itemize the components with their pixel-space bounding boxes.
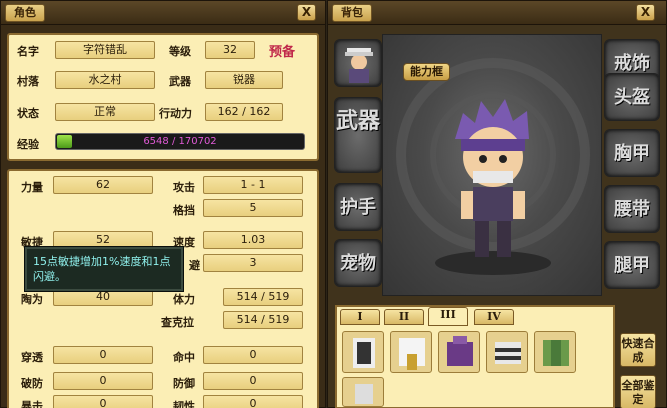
- block-label: 格挡: [173, 204, 195, 217]
- village-value: 水之村: [55, 71, 155, 89]
- hp-label: 体力: [173, 293, 195, 306]
- bag-tab-4[interactable]: IV: [474, 309, 514, 325]
- exp-label: 经验: [17, 138, 39, 151]
- attack-label: 攻击: [173, 181, 195, 194]
- agility-tooltip: 15点敏捷增加1%速度和1点闪避。: [25, 247, 183, 291]
- gloves-slot-label: 护手: [340, 197, 376, 218]
- ability-frame-button[interactable]: 能力框: [403, 63, 450, 81]
- character-preview: 能力框: [382, 34, 602, 296]
- armor-break-value: 0: [53, 372, 153, 390]
- character-panel-title: 角色: [5, 4, 45, 22]
- status-label: 状态: [17, 107, 39, 120]
- dodge-value: 3: [203, 254, 303, 272]
- bag-item-slot[interactable]: [342, 377, 384, 407]
- name-label: 名字: [17, 45, 39, 58]
- bag-panel: 背包 X 武器 护手 宠物 能力框 戒饰 头盔 胸甲 腰带 腿甲 I II II…: [327, 0, 667, 408]
- weapon-value: 锐器: [205, 71, 283, 89]
- coat-item-icon: [399, 338, 425, 370]
- identify-all-button[interactable]: 全部鉴定: [620, 375, 656, 408]
- legs-slot-label: 腿甲: [614, 255, 650, 276]
- bag-close-button[interactable]: X: [636, 4, 655, 21]
- hit-value: 0: [203, 346, 303, 364]
- exp-text: 6548 / 170702: [143, 136, 217, 147]
- chest-slot-label: 胸甲: [614, 143, 650, 164]
- vitality-label: 陶为: [21, 293, 43, 306]
- weapon-slot[interactable]: 武器: [334, 97, 382, 173]
- hp-value: 514 / 519: [223, 288, 303, 306]
- pierce-label: 穿透: [21, 351, 43, 364]
- action-value: 162 / 162: [205, 103, 283, 121]
- belt-slot[interactable]: 腰带: [604, 185, 660, 233]
- preset-tag[interactable]: 预备: [269, 41, 295, 60]
- speed-value: 1.03: [203, 231, 303, 249]
- chest-slot[interactable]: 胸甲: [604, 129, 660, 177]
- bag-tab-1[interactable]: I: [340, 309, 380, 325]
- character-panel: 角色 X 名字 字符错乱 等级 32 预备 村落 水之村 武器 锐器 状态 正常…: [0, 0, 326, 408]
- bag-item-slot[interactable]: [438, 331, 480, 373]
- game-screen: 角色 X 名字 字符错乱 等级 32 预备 村落 水之村 武器 锐器 状态 正常…: [0, 0, 667, 408]
- robe-item-icon: [353, 338, 375, 368]
- chakra-label: 查克拉: [161, 316, 194, 329]
- helmet-slot-label: 头盔: [614, 87, 650, 108]
- bag-tab-3[interactable]: III: [428, 307, 468, 326]
- level-value: 32: [205, 41, 255, 59]
- dodge-label: 避: [189, 259, 200, 272]
- pet-slot[interactable]: 宠物: [334, 239, 382, 287]
- exp-bar: 6548 / 170702: [55, 133, 305, 150]
- gloves-item-icon: [355, 384, 373, 404]
- striped-helmet-item-icon: [495, 342, 521, 364]
- action-label: 行动力: [159, 107, 192, 120]
- toughness-label: 韧性: [173, 400, 195, 408]
- armor-break-label: 破防: [21, 377, 43, 390]
- belt-slot-label: 腰带: [614, 199, 650, 220]
- bag-item-slot[interactable]: [534, 331, 576, 373]
- defense-value: 0: [203, 372, 303, 390]
- level-label: 等级: [169, 45, 191, 58]
- ring-slot-label: 戒饰: [614, 53, 650, 74]
- chakra-value: 514 / 519: [223, 311, 303, 329]
- block-value: 5: [203, 199, 303, 217]
- crit-value: 0: [53, 395, 153, 408]
- toughness-value: 0: [203, 395, 303, 408]
- character-titlebar: 角色 X: [1, 1, 325, 25]
- bag-item-slot[interactable]: [486, 331, 528, 373]
- weapon-label: 武器: [169, 75, 191, 88]
- bag-titlebar: 背包 X: [328, 1, 666, 25]
- helmet-slot[interactable]: 头盔: [604, 73, 660, 121]
- bag-panel-title: 背包: [332, 4, 372, 22]
- bag-tab-2[interactable]: II: [384, 309, 424, 325]
- green-vest-item-icon: [543, 340, 569, 366]
- hit-label: 命中: [173, 351, 195, 364]
- pierce-value: 0: [53, 346, 153, 364]
- pet-slot-label: 宠物: [340, 253, 376, 274]
- bag-item-slot[interactable]: [390, 331, 432, 373]
- purple-armor-item-icon: [447, 336, 473, 366]
- crit-label: 暴击: [21, 400, 43, 408]
- village-label: 村落: [17, 75, 39, 88]
- bag-item-slot[interactable]: [342, 331, 384, 373]
- name-value: 字符错乱: [55, 41, 155, 59]
- avatar-slot[interactable]: [334, 39, 382, 87]
- quick-combine-button[interactable]: 快速合成: [620, 333, 656, 367]
- strength-value: 62: [53, 176, 153, 194]
- strength-label: 力量: [21, 181, 43, 194]
- status-value: 正常: [55, 103, 155, 121]
- gloves-slot[interactable]: 护手: [334, 183, 382, 231]
- defense-label: 防御: [173, 377, 195, 390]
- ninja-avatar-icon: [345, 48, 373, 83]
- attack-value: 1 - 1: [203, 176, 303, 194]
- basic-info-card: 名字 字符错乱 等级 32 预备 村落 水之村 武器 锐器 状态 正常 行动力 …: [7, 33, 319, 161]
- legs-slot[interactable]: 腿甲: [604, 241, 660, 289]
- weapon-slot-label: 武器: [335, 108, 380, 134]
- character-close-button[interactable]: X: [297, 4, 316, 21]
